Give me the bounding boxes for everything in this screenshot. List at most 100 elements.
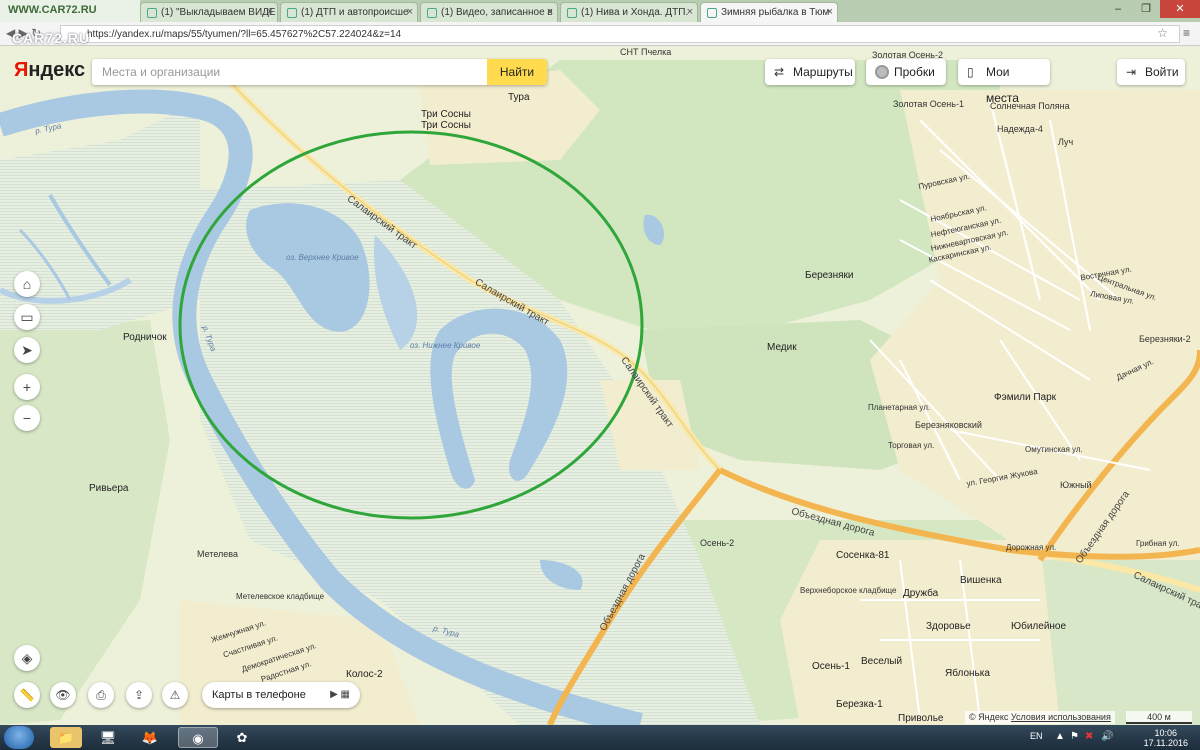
volume-icon[interactable]: 🔊 — [1101, 731, 1113, 742]
binoculars-icon: 👁 — [55, 688, 71, 702]
maximize-icon[interactable]: ❐ — [1132, 0, 1160, 18]
traffic-button[interactable]: Пробки — [866, 59, 946, 85]
copyright-text: © Яндекс — [969, 712, 1009, 722]
place-label: Тура — [508, 92, 530, 103]
minimize-icon[interactable]: – — [1104, 0, 1132, 18]
place-label: Яблонька — [945, 668, 990, 679]
clock-date: 17.11.2016 — [1143, 738, 1188, 748]
mobile-app-button[interactable]: Карты в телефоне ▶ ▦ — [202, 682, 360, 708]
close-icon[interactable]: × — [407, 6, 413, 18]
taskbar: 📁 🖥 🦊 ◉ ✿ EN ▲ ⚑ ✖ 🔊 10:06 17.11.2016 — [0, 725, 1200, 750]
zoom-out-button[interactable]: − — [14, 405, 40, 431]
browser-menu-icon[interactable]: ≡ — [1183, 26, 1190, 40]
place-label: Березняки-2 — [1139, 334, 1191, 344]
close-icon[interactable]: × — [687, 6, 693, 18]
place-label: Юбилейное — [1011, 621, 1067, 632]
report-button[interactable]: ⚠ — [162, 682, 188, 708]
map-scale: 400 м — [1126, 711, 1192, 724]
place-label: Родничок — [123, 332, 167, 343]
routes-button[interactable]: ⇄ Маршруты — [765, 59, 855, 85]
chrome-icon[interactable]: ◉ — [178, 727, 218, 748]
browser-tab[interactable]: (1) Нива и Хонда. ДТП. × — [560, 2, 698, 22]
start-button[interactable] — [4, 726, 34, 749]
warning-icon: ⚠ — [169, 688, 181, 702]
tab-favicon-icon — [427, 8, 437, 18]
close-icon[interactable]: × — [547, 6, 553, 18]
place-label: Березняковский — [915, 420, 982, 430]
place-label: Три Сосны — [421, 109, 471, 120]
close-icon[interactable]: × — [267, 6, 273, 18]
place-label: Три Сосны — [421, 120, 471, 131]
watermark: CAR72.RU — [12, 30, 91, 46]
tray-arrow-icon[interactable]: ▲ — [1055, 731, 1065, 742]
place-label: Медик — [767, 342, 797, 353]
tab-favicon-icon — [147, 8, 157, 18]
search-input[interactable] — [92, 59, 482, 85]
briefcase-icon: ▭ — [20, 309, 34, 325]
zoom-in-button[interactable]: + — [14, 374, 40, 400]
share-button[interactable]: ⇪ — [126, 682, 152, 708]
my-places-button[interactable]: ▯ Мои места — [958, 59, 1050, 105]
app-store-icon: ▶ ▦ — [330, 689, 350, 700]
locate-button[interactable]: ➤ — [14, 337, 40, 363]
clock-time: 10:06 — [1154, 728, 1178, 738]
place-label: Березняки — [805, 270, 854, 281]
place-label: Приволье — [898, 713, 944, 724]
place-label: Осень-2 — [700, 538, 735, 548]
place-label: Березка-1 — [836, 699, 883, 710]
ruler-icon: 📏 — [19, 688, 35, 702]
layers-button[interactable]: ◈ — [14, 645, 40, 671]
yandex-logo[interactable]: Яндекс — [14, 59, 85, 82]
ruler-button[interactable]: ▭ — [14, 304, 40, 330]
terms-link[interactable]: Условия использования — [1011, 712, 1111, 722]
flag-icon[interactable]: ⚑ — [1070, 731, 1079, 742]
browser-tab[interactable]: (1) "Выкладываем ВИДЕ × — [140, 2, 278, 22]
place-label: Колос-2 — [346, 669, 383, 680]
traffic-label: Пробки — [894, 65, 935, 79]
network-icon[interactable]: ✖ — [1085, 731, 1093, 742]
route-icon: ⇄ — [774, 65, 785, 79]
place-label: Фэмили Парк — [994, 392, 1057, 403]
firefox-icon[interactable]: 🦊 — [134, 727, 166, 748]
place-label: Метелева — [197, 549, 238, 559]
login-button[interactable]: ⇥ Войти — [1117, 59, 1185, 85]
street-label: Омутинская ул. — [1025, 445, 1083, 454]
place-label: Веселый — [861, 656, 903, 667]
tab-favicon-icon — [567, 8, 577, 18]
browser-tab[interactable]: (1) Видео, записанное в × — [420, 2, 558, 22]
tab-favicon-icon — [707, 8, 717, 18]
place-label: Осень-1 — [812, 661, 850, 672]
copyright: © Яндекс Условия использования — [965, 711, 1115, 724]
minus-icon: − — [22, 410, 32, 426]
computer-icon[interactable]: 🖥 — [92, 727, 124, 748]
place-label: Здоровье — [926, 621, 971, 632]
share-icon: ⇪ — [133, 688, 145, 702]
close-icon[interactable]: × — [827, 6, 833, 18]
map-canvas[interactable]: Три Сосны Три Сосны Тура СНТ Пчелка Золо… — [0, 47, 1200, 725]
language-indicator[interactable]: EN — [1030, 731, 1043, 741]
water-label: оз. Нижнее Кривое — [410, 341, 481, 350]
bookmark-star-icon[interactable]: ☆ — [1157, 26, 1168, 40]
tab-strip: (1) "Выкладываем ВИДЕ × (1) ДТП и автопро… — [140, 2, 840, 22]
home-icon: ⌂ — [22, 276, 32, 292]
window-controls: – ❐ ✕ — [1104, 0, 1200, 18]
clock[interactable]: 10:06 17.11.2016 — [1144, 728, 1188, 748]
places-label: Мои места — [986, 65, 1019, 105]
icq-icon[interactable]: ✿ — [226, 727, 258, 748]
print-button[interactable]: ⎙ — [88, 682, 114, 708]
window-close-icon[interactable]: ✕ — [1160, 0, 1200, 18]
place-label: Дружба — [903, 588, 939, 599]
search-button[interactable]: Найти — [487, 59, 547, 85]
browser-tab-active[interactable]: Зимняя рыбалка в Тюм × — [700, 2, 838, 22]
printer-icon: ⎙ — [96, 688, 106, 702]
browser-tab[interactable]: (1) ДТП и автопроисше × — [280, 2, 418, 22]
panorama-button[interactable]: 👁 — [50, 682, 76, 708]
street-label: Торговая ул. — [888, 441, 935, 450]
place-label: Золотая Осень-1 — [893, 99, 964, 109]
address-bar: ◀ ▶ ↻ 🔒 https://yandex.ru/maps/55/tyumen… — [0, 22, 1200, 46]
home-button[interactable]: ⌂ — [14, 271, 40, 297]
explorer-icon[interactable]: 📁 — [50, 727, 82, 748]
street-label: Дорожная ул. — [1006, 543, 1057, 552]
ruler-tool-button[interactable]: 📏 — [14, 682, 40, 708]
url-input[interactable]: https://yandex.ru/maps/55/tyumen/?ll=65.… — [60, 25, 1180, 43]
